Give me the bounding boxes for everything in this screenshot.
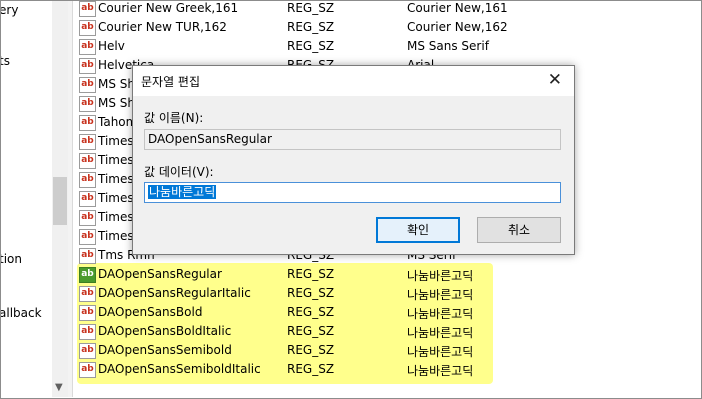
- value-data-input[interactable]: 나눔바른고딕: [144, 182, 561, 203]
- string-value-icon: ab: [79, 39, 96, 55]
- string-value-icon: ab: [79, 134, 96, 150]
- value-name: Times: [98, 134, 134, 148]
- value-type: REG_SZ: [287, 286, 335, 300]
- tree-item[interactable]: ts: [1, 54, 10, 68]
- tree-scrollbar[interactable]: ▼: [52, 1, 68, 397]
- tree-item[interactable]: ery: [1, 3, 18, 17]
- value-name: Times: [98, 153, 134, 167]
- string-value-icon: ab: [79, 77, 96, 93]
- value-type: REG_SZ: [287, 1, 335, 15]
- value-data: Courier New,161: [407, 1, 508, 15]
- value-name: Times: [98, 172, 134, 186]
- string-value-icon: ab: [79, 96, 96, 112]
- value-type: REG_SZ: [287, 267, 335, 281]
- string-value-icon: ab: [79, 343, 96, 359]
- dialog-title: 문자열 편집: [141, 75, 201, 89]
- string-value-icon: ab: [79, 172, 96, 188]
- value-name: DAOpenSansBoldItalic: [98, 324, 232, 338]
- value-data: 나눔바른고딕: [407, 307, 474, 321]
- value-name: Helv: [98, 39, 125, 53]
- string-value-icon: ab: [79, 248, 96, 264]
- value-data: 나눔바른고딕: [407, 269, 474, 283]
- value-type: REG_SZ: [287, 343, 335, 357]
- value-row[interactable]: ab Courier New Greek,161 REG_SZ Courier New…: [74, 0, 634, 19]
- value-name-field: DAOpenSansRegular: [144, 129, 561, 150]
- value-name: Courier New TUR,162: [98, 20, 227, 34]
- value-name: DAOpenSansRegularItalic: [98, 286, 251, 300]
- value-name: DAOpenSansSemibold: [98, 343, 232, 357]
- value-data: Courier New,162: [407, 20, 508, 34]
- string-value-icon: ab: [79, 58, 96, 74]
- string-value-icon: ab: [79, 153, 96, 169]
- value-data: 나눔바른고딕: [407, 326, 474, 340]
- value-data: 나눔바른고딕: [407, 288, 474, 302]
- string-value-icon: ab: [79, 305, 96, 321]
- value-type: REG_SZ: [287, 20, 335, 34]
- value-type: REG_SZ: [287, 324, 335, 338]
- value-name: Times: [98, 229, 134, 243]
- string-value-icon: ab: [79, 229, 96, 245]
- close-icon[interactable]: ✕: [548, 70, 562, 90]
- string-value-icon: ab: [79, 1, 96, 17]
- value-data: MS Sans Serif: [407, 39, 489, 53]
- value-name: DAOpenSansBold: [98, 305, 203, 319]
- value-data: 나눔바른고딕: [407, 345, 474, 359]
- scrollbar-thumb[interactable]: [53, 177, 67, 225]
- value-name-label: 값 이름(N):: [144, 111, 204, 125]
- value-type: REG_SZ: [287, 362, 335, 376]
- value-data-selected-text: 나눔바른고딕: [148, 185, 217, 199]
- scroll-down-arrow-icon[interactable]: ▼: [55, 382, 63, 393]
- dialog-titlebar[interactable]: 문자열 편집 ✕: [133, 66, 574, 96]
- value-row[interactable]: ab DAOpenSansRegular REG_SZ 나눔바른고딕: [74, 266, 634, 285]
- string-value-icon: ab: [79, 267, 96, 283]
- value-data-label: 값 데이터(V):: [144, 165, 214, 179]
- value-name: DAOpenSansRegular: [98, 267, 222, 281]
- cancel-button[interactable]: 취소: [477, 217, 561, 243]
- key-tree-pane: ery ts tion allback: [1, 1, 52, 397]
- pane-splitter[interactable]: [68, 1, 73, 397]
- value-name: Times: [98, 210, 134, 224]
- value-name: Courier New Greek,161: [98, 1, 239, 15]
- value-type: REG_SZ: [287, 39, 335, 53]
- string-value-icon: ab: [79, 286, 96, 302]
- string-value-icon: ab: [79, 210, 96, 226]
- string-value-icon: ab: [79, 20, 96, 36]
- value-row[interactable]: ab DAOpenSansRegularItalic REG_SZ 나눔바른고딕: [74, 285, 634, 304]
- value-row[interactable]: ab DAOpenSansBold REG_SZ 나눔바른고딕: [74, 304, 634, 323]
- tree-item[interactable]: allback: [1, 306, 42, 320]
- string-value-icon: ab: [79, 362, 96, 378]
- value-data: 나눔바른고딕: [407, 364, 474, 378]
- ok-button[interactable]: 확인: [376, 217, 460, 243]
- value-type: REG_SZ: [287, 305, 335, 319]
- value-row[interactable]: ab DAOpenSansSemiboldItalic REG_SZ 나눔바른고딕: [74, 361, 634, 380]
- value-name: DAOpenSansSemiboldItalic: [98, 362, 261, 376]
- value-name: Times: [98, 191, 134, 205]
- string-value-icon: ab: [79, 115, 96, 131]
- value-row[interactable]: ab Courier New TUR,162 REG_SZ Courier New,1…: [74, 19, 634, 38]
- string-value-icon: ab: [79, 324, 96, 340]
- tree-item[interactable]: tion: [1, 252, 22, 266]
- string-value-icon: ab: [79, 191, 96, 207]
- value-row[interactable]: ab Helv REG_SZ MS Sans Serif: [74, 38, 634, 57]
- dialog-body: 값 이름(N): DAOpenSansRegular 값 데이터(V): 나눔바…: [133, 96, 574, 254]
- edit-string-dialog: 문자열 편집 ✕ 값 이름(N): DAOpenSansRegular 값 데이…: [132, 65, 575, 255]
- value-row[interactable]: ab DAOpenSansSemibold REG_SZ 나눔바른고딕: [74, 342, 634, 361]
- value-row[interactable]: ab DAOpenSansBoldItalic REG_SZ 나눔바른고딕: [74, 323, 634, 342]
